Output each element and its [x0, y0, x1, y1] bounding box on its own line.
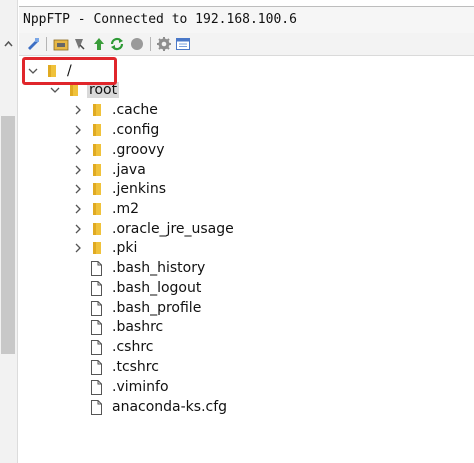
file-icon — [91, 260, 102, 276]
chevron-right-icon[interactable] — [72, 124, 84, 136]
folder-icon — [92, 142, 102, 158]
highlight-box — [22, 57, 117, 85]
tree-folder-item[interactable]: .oracle_jre_usage — [72, 219, 236, 239]
file-icon — [91, 319, 102, 335]
file-icon — [91, 359, 102, 375]
file-icon — [91, 300, 102, 316]
chevron-right-icon[interactable] — [72, 144, 84, 156]
tree-folder-item[interactable]: .java — [72, 160, 148, 180]
chevron-right-icon[interactable] — [72, 242, 84, 254]
file-icon — [91, 280, 102, 296]
tree-file-item[interactable]: .bash_profile — [91, 298, 203, 318]
file-icon — [91, 379, 102, 395]
tree-node-label: .bash_profile — [112, 300, 202, 316]
tree-file-item[interactable]: .tcshrc — [91, 357, 161, 377]
tree-file-item[interactable]: .bash_logout — [91, 278, 203, 298]
tree-folder-item[interactable]: .pki — [72, 238, 139, 258]
tree-folder-item[interactable]: .cache — [72, 100, 160, 120]
scroll-up-icon[interactable] — [0, 36, 17, 50]
settings-icon[interactable] — [156, 36, 172, 52]
tree-file-item[interactable]: anaconda-ks.cfg — [91, 397, 229, 417]
chevron-right-icon[interactable] — [72, 223, 84, 235]
tree-node-label: .bash_history — [112, 260, 206, 276]
tree-node-label: .pki — [112, 240, 138, 256]
connect-icon[interactable] — [25, 36, 41, 52]
tree-node-label: .config — [112, 122, 160, 138]
title-bar: NppFTP - Connected to 192.168.100.6 — [19, 6, 474, 34]
chevron-right-icon[interactable] — [72, 104, 84, 116]
download-icon[interactable] — [71, 36, 87, 52]
folder-icon — [92, 181, 102, 197]
tree-file-item[interactable]: .viminfo — [91, 377, 171, 397]
tree-node-label: .viminfo — [112, 379, 169, 395]
window-title: NppFTP - Connected to 192.168.100.6 — [23, 12, 297, 27]
file-tree: / root .cache .config .groovy .java .jen… — [20, 58, 474, 463]
tree-node-label: .oracle_jre_usage — [112, 221, 234, 237]
scroll-thumb[interactable] — [1, 116, 15, 354]
file-icon — [91, 339, 102, 355]
tree-file-item[interactable]: .bashrc — [91, 317, 165, 337]
chevron-right-icon[interactable] — [72, 164, 84, 176]
tree-file-item[interactable]: .cshrc — [91, 337, 155, 357]
folder-icon — [92, 221, 102, 237]
tree-node-label: .bash_logout — [112, 280, 202, 296]
folder-icon — [92, 162, 102, 178]
message-window-icon[interactable] — [175, 36, 191, 52]
tree-folder-item[interactable]: .groovy — [72, 140, 167, 160]
tree-node-label: .jenkins — [112, 181, 166, 197]
tree-file-item[interactable]: .bash_history — [91, 258, 207, 278]
folder-icon — [92, 201, 102, 217]
tree-node-label: .cache — [112, 102, 158, 118]
tree-node-label: .cshrc — [112, 339, 154, 355]
tree-node-label: .m2 — [112, 201, 139, 217]
left-pane-scrollbar[interactable] — [0, 0, 18, 463]
toolbar — [19, 33, 474, 56]
tree-folder-item[interactable]: .m2 — [72, 199, 141, 219]
abort-icon[interactable] — [129, 36, 145, 52]
tree-node-label: .bashrc — [112, 319, 164, 335]
tree-folder-item[interactable]: .jenkins — [72, 179, 168, 199]
tree-node-label: anaconda-ks.cfg — [112, 399, 228, 415]
refresh-icon[interactable] — [109, 36, 125, 52]
folder-icon — [92, 102, 102, 118]
tree-node-label: .java — [112, 162, 146, 178]
folder-icon — [92, 122, 102, 138]
folder-icon — [92, 240, 102, 256]
chevron-right-icon[interactable] — [72, 183, 84, 195]
tree-folder-item[interactable]: .config — [72, 120, 161, 140]
open-folder-icon[interactable] — [53, 36, 69, 52]
upload-icon[interactable] — [91, 36, 107, 52]
chevron-right-icon[interactable] — [72, 203, 84, 215]
tree-node-label: .tcshrc — [112, 359, 159, 375]
tree-node-label: .groovy — [112, 142, 165, 158]
chevron-down-icon[interactable] — [49, 84, 61, 96]
file-icon — [91, 399, 102, 415]
